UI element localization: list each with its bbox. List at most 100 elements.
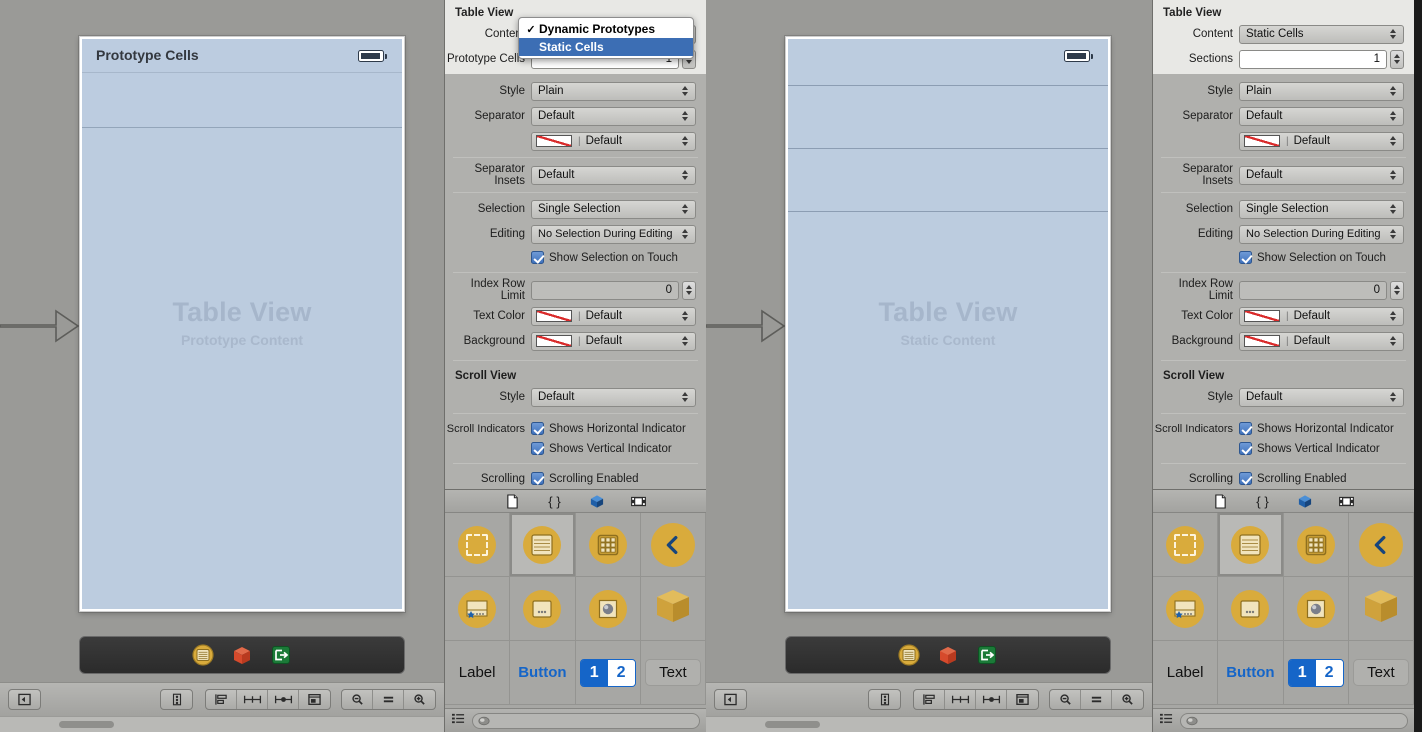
library-search-input[interactable] [1180,712,1408,729]
media-library-icon[interactable] [1337,493,1357,509]
file-template-library-icon[interactable] [503,493,523,509]
right-style-popup[interactable]: Plain [1239,81,1404,101]
left-editing-row[interactable]: Editing No Selection During Editing [445,223,706,245]
library-item-view[interactable] [1153,513,1219,577]
left-separator-popup[interactable]: Default [531,106,696,126]
library-item-segmented-control[interactable]: 1 2 [575,641,641,705]
checkbox-checked-icon[interactable] [1239,442,1252,455]
exit-icon[interactable] [976,644,998,666]
exit-icon[interactable] [270,644,292,666]
left-scrolling-enabled-row[interactable]: Scrolling Scrolling Enabled [445,469,706,488]
pin-icon[interactable] [945,690,976,709]
library-item-table-view-cell[interactable] [1153,577,1219,641]
nesting-depth-group[interactable] [160,689,193,710]
library-item-image-view[interactable] [1283,577,1349,641]
nesting-depth-icon[interactable] [869,690,900,709]
library-item-segmented-control[interactable]: 1 2 [1283,641,1349,705]
left-scene-dock[interactable] [79,636,405,674]
left-separator-color-row[interactable]: | Default [445,130,706,152]
stepper-arrows-icon[interactable] [682,280,696,300]
left-background-popup[interactable]: | Default [531,331,696,351]
library-item-button[interactable]: Button [510,641,576,705]
left-index-row-limit-stepper[interactable]: 0 [531,280,696,300]
right-text-color-popup[interactable]: | Default [1239,306,1404,326]
right-scrolling-enabled-row[interactable]: Scrolling Scrolling Enabled [1153,469,1414,488]
left-table-view[interactable]: Prototype Cells Table View Prototype Con… [82,39,402,609]
checkbox-checked-icon[interactable] [1239,472,1252,485]
autolayout-group[interactable] [205,689,331,710]
library-item-image-view[interactable] [575,577,641,641]
library-item-object[interactable] [640,577,706,641]
right-editing-popup[interactable]: No Selection During Editing [1239,224,1404,244]
right-background-row[interactable]: Background | Default [1153,330,1414,352]
right-table-view[interactable]: Table View Static Content [788,39,1108,609]
right-scene-dock[interactable] [785,636,1111,674]
library-item-object[interactable] [1348,577,1414,641]
right-sections-row[interactable]: Sections 1 [1153,48,1414,70]
checkbox-checked-icon[interactable] [531,472,544,485]
library-item-navigation-item[interactable] [640,513,706,577]
left-shows-vertical-indicator-row[interactable]: Shows Vertical Indicator [445,439,706,458]
right-shows-vertical-indicator-row[interactable]: Shows Vertical Indicator [1153,439,1414,458]
right-separator-insets-row[interactable]: Separator Insets Default [1153,163,1414,187]
right-scene[interactable]: Table View Static Content [785,36,1111,612]
media-library-icon[interactable] [629,493,649,509]
menu-item-dynamic-prototypes[interactable]: ✓ Dynamic Prototypes [519,20,693,38]
checkbox-checked-icon[interactable] [1239,251,1252,264]
resizing-icon[interactable] [1007,690,1038,709]
show-document-outline-icon[interactable] [715,690,746,709]
left-editing-popup[interactable]: No Selection During Editing [531,224,696,244]
nesting-depth-icon[interactable] [161,690,192,709]
left-scene[interactable]: Prototype Cells Table View Prototype Con… [79,36,405,612]
right-library-footer[interactable] [1153,708,1414,732]
right-shows-horizontal-indicator-row[interactable]: Scroll Indicators Shows Horizontal Indic… [1153,419,1414,438]
left-style-row[interactable]: Style Plain [445,80,706,102]
library-item-text-field[interactable]: Text [1348,641,1414,705]
code-snippet-library-icon[interactable]: { } [1253,493,1273,509]
checkbox-checked-icon[interactable] [531,442,544,455]
library-item-button[interactable]: Button [1218,641,1284,705]
left-canvas-toolbar[interactable] [0,682,444,716]
left-style-popup[interactable]: Plain [531,81,696,101]
code-snippet-library-icon[interactable]: { } [545,493,565,509]
right-index-row-limit-value[interactable]: 0 [1239,280,1387,300]
object-library-icon[interactable] [1295,493,1315,509]
right-library-object-grid[interactable]: Label Button 1 2 Text [1153,513,1414,708]
right-canvas[interactable]: Table View Static Content [706,0,1152,732]
library-item-label[interactable]: Label [1153,641,1219,705]
right-background-popup[interactable]: | Default [1239,331,1404,351]
right-canvas-scroll-area[interactable]: Table View Static Content [706,0,1152,682]
align-icon[interactable] [206,690,237,709]
left-text-color-row[interactable]: Text Color | Default [445,305,706,327]
library-item-label[interactable]: Label [445,641,511,705]
left-separator-insets-popup[interactable]: Default [531,165,696,185]
zoom-group[interactable] [341,689,436,710]
right-sections-stepper[interactable]: 1 [1239,49,1404,69]
stepper-arrows-icon[interactable] [1390,49,1404,69]
list-view-toggle-icon[interactable] [1159,712,1174,730]
library-item-view[interactable] [445,513,511,577]
right-separator-color-popup[interactable]: | Default [1239,131,1404,151]
zoom-in-icon[interactable] [1112,690,1143,709]
left-separator-row[interactable]: Separator Default [445,105,706,127]
right-editing-row[interactable]: Editing No Selection During Editing [1153,223,1414,245]
left-library-object-grid[interactable]: Label Button 1 2 Text [445,513,706,708]
zoom-actual-icon[interactable] [1081,690,1112,709]
resolve-autolayout-icon[interactable] [268,690,299,709]
right-inspector-scroll[interactable]: Table View Content Static Cells Sections… [1153,0,1414,489]
align-icon[interactable] [914,690,945,709]
right-content-popup[interactable]: Static Cells [1239,24,1404,44]
resolve-autolayout-icon[interactable] [976,690,1007,709]
library-item-collection-view-cell[interactable] [1218,577,1284,641]
right-library-tabs[interactable]: { } [1153,490,1414,513]
left-scroll-style-row[interactable]: Style Default [445,386,706,408]
left-canvas-scroll-area[interactable]: Prototype Cells Table View Prototype Con… [0,0,444,682]
file-template-library-icon[interactable] [1211,493,1231,509]
autolayout-group[interactable] [913,689,1039,710]
right-separator-insets-popup[interactable]: Default [1239,165,1404,185]
prototype-cell[interactable] [82,73,402,128]
right-sections-value[interactable]: 1 [1239,49,1387,69]
right-separator-popup[interactable]: Default [1239,106,1404,126]
left-canvas[interactable]: Prototype Cells Table View Prototype Con… [0,0,444,732]
view-controller-icon[interactable] [898,644,920,666]
